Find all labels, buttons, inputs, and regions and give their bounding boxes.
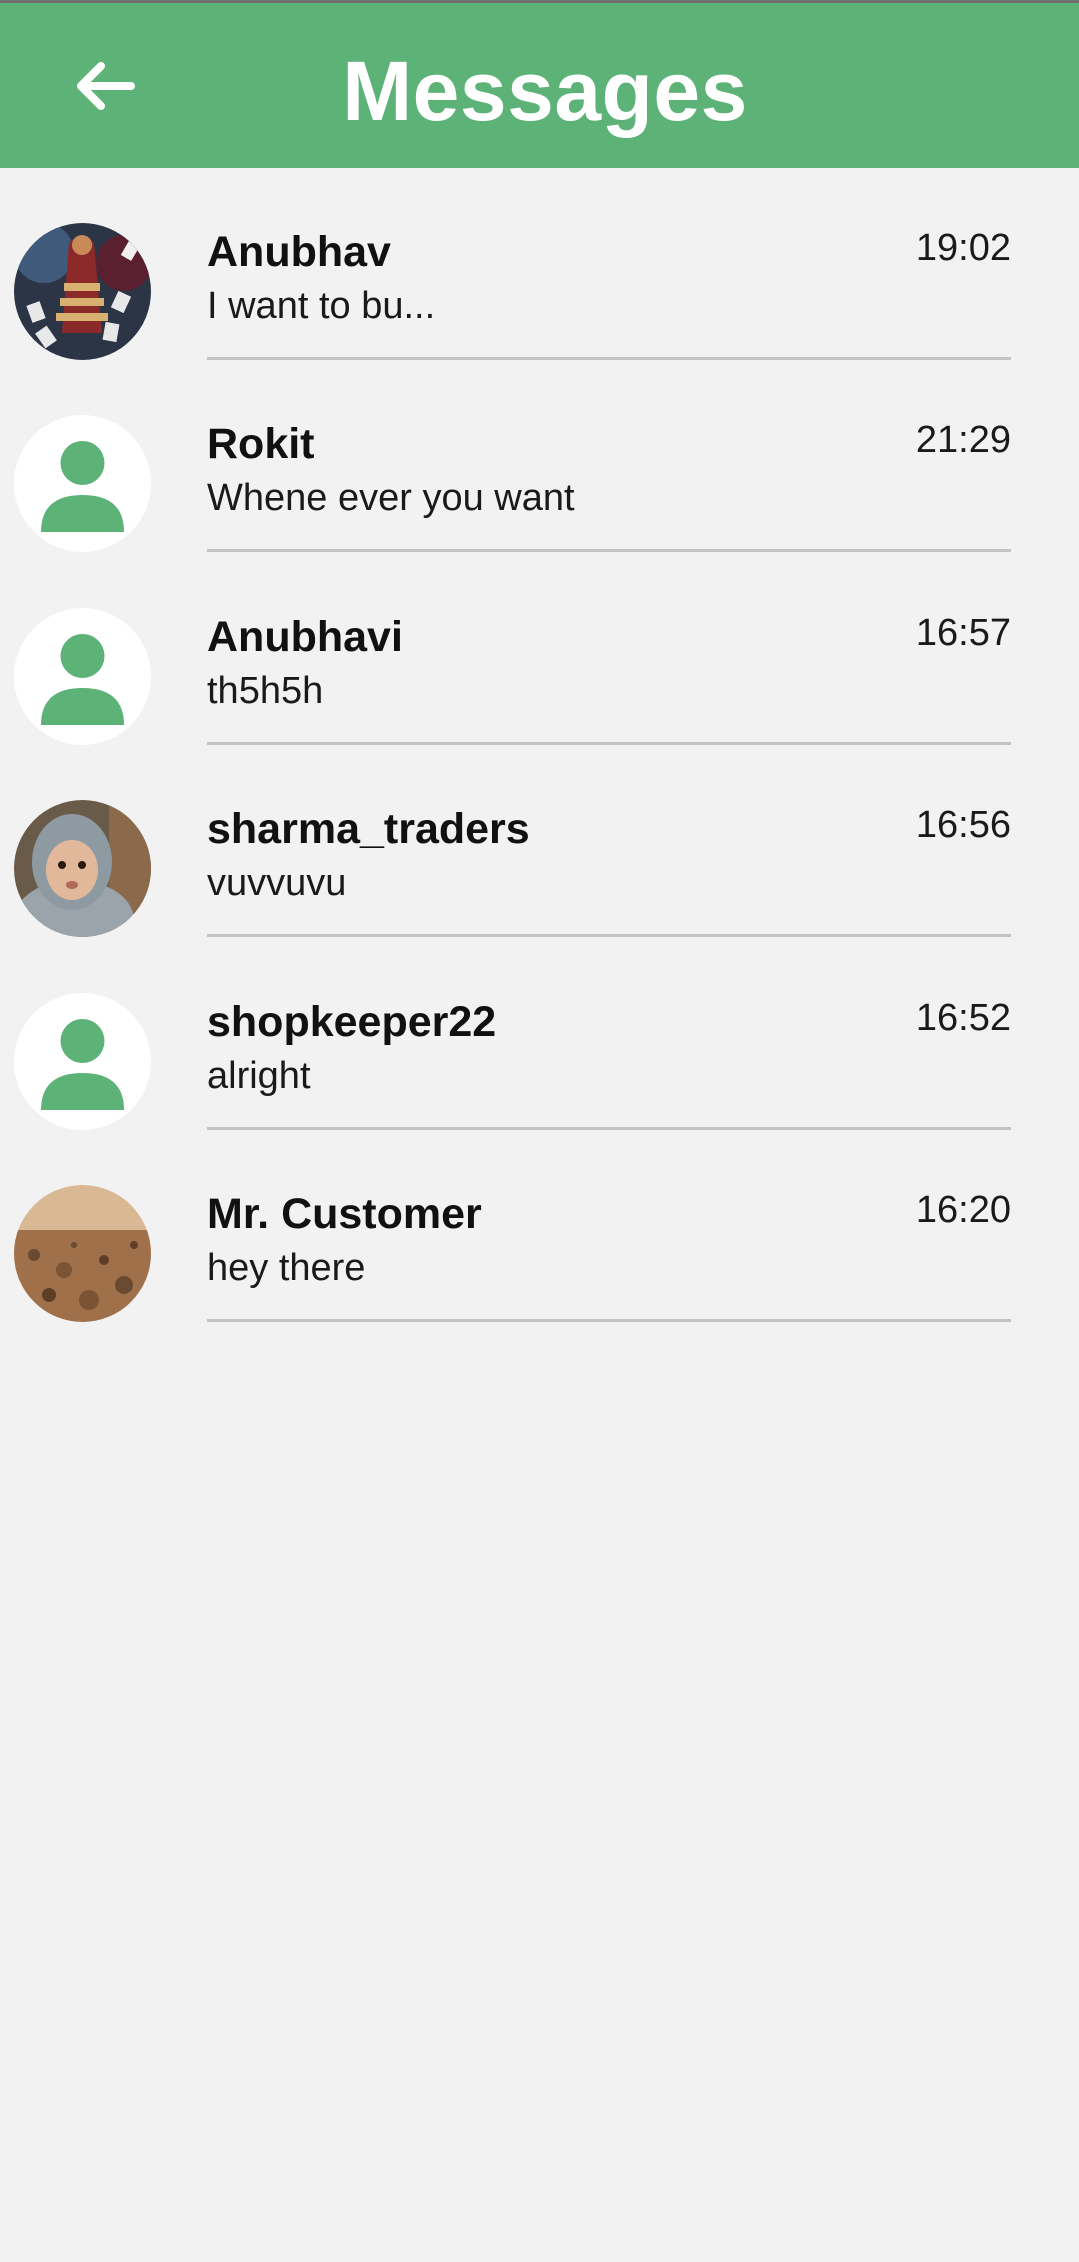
contact-name: sharma_traders (207, 805, 530, 854)
default-user-icon (14, 415, 151, 553)
contact-name: Anubhavi (207, 612, 403, 661)
conversation-row[interactable]: sharma_traders vuvvuvu 16:56 (0, 745, 1079, 938)
message-time: 16:56 (915, 804, 1011, 847)
divider (207, 1318, 1011, 1322)
default-user-icon (14, 992, 151, 1130)
conversation-row[interactable]: Anubhav I want to bu... 19:02 (0, 168, 1079, 360)
conversation-row[interactable]: Mr. Customer hey there 16:20 (0, 1130, 1079, 1322)
contact-name: shopkeeper22 (207, 997, 497, 1046)
contact-name: Anubhav (207, 228, 391, 276)
avatar (14, 415, 151, 553)
message-preview: I want to bu... (207, 285, 436, 327)
avatar (14, 800, 151, 938)
avatar (14, 607, 151, 745)
message-time: 21:29 (915, 419, 1011, 462)
conversation-list: Anubhav I want to bu... 19:02 Rokit When… (0, 168, 1079, 1322)
conversation-row[interactable]: Anubhavi th5h5h 16:57 (0, 553, 1079, 745)
avatar (14, 992, 151, 1130)
conversation-row[interactable]: shopkeeper22 alright 16:52 (0, 938, 1079, 1130)
conversation-row[interactable]: Rokit Whene ever you want 21:29 (0, 360, 1079, 553)
app-bar: Messages (0, 0, 1079, 168)
default-user-icon (14, 607, 151, 745)
message-time: 19:02 (915, 227, 1011, 269)
message-preview: vuvvuvu (207, 862, 347, 905)
message-time: 16:52 (915, 996, 1011, 1039)
contact-name: Rokit (207, 420, 315, 469)
message-time: 16:20 (915, 1188, 1011, 1231)
message-preview: hey there (207, 1246, 366, 1289)
contact-name: Mr. Customer (207, 1189, 482, 1238)
message-preview: Whene ever you want (207, 477, 575, 520)
message-preview: th5h5h (207, 669, 324, 712)
avatar (14, 223, 151, 360)
avatar (14, 1184, 151, 1322)
message-preview: alright (207, 1054, 311, 1097)
message-time: 16:57 (915, 611, 1011, 654)
page-title: Messages (342, 44, 748, 138)
